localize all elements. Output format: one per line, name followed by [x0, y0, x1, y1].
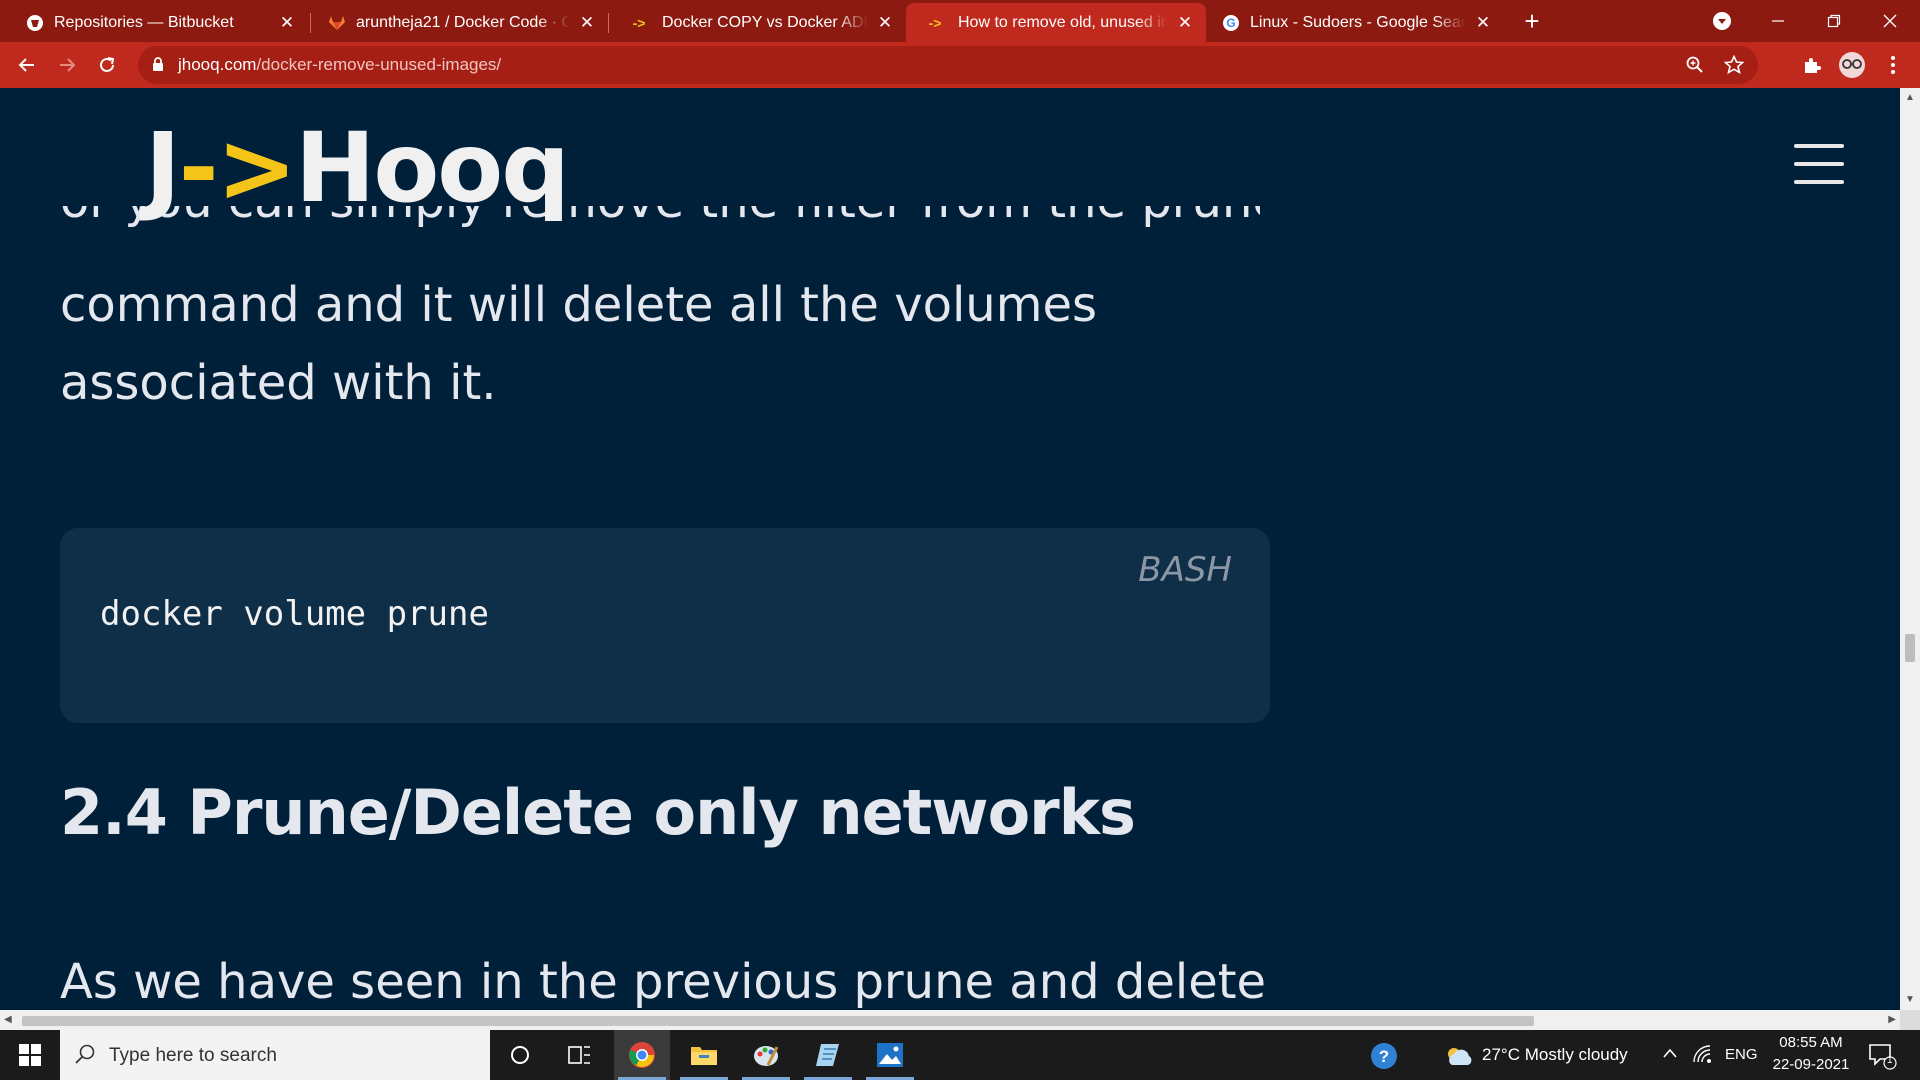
- scroll-left-arrow-icon[interactable]: ◀: [4, 1014, 12, 1025]
- help-icon[interactable]: ?: [1370, 1042, 1398, 1075]
- search-icon: [74, 1043, 96, 1070]
- paint-app-icon[interactable]: [738, 1030, 794, 1080]
- browser-toolbar: jhooq.com/docker-remove-unused-images/: [0, 42, 1920, 88]
- site-logo[interactable]: J->Hooq: [145, 120, 570, 216]
- vertical-scrollbar[interactable]: ▲ ▼: [1900, 88, 1920, 1010]
- browser-menu-icon[interactable]: [1878, 50, 1908, 80]
- bookmark-star-icon[interactable]: [1723, 54, 1745, 80]
- show-hidden-icons-icon[interactable]: [1662, 1046, 1678, 1067]
- reload-icon[interactable]: [92, 50, 122, 80]
- code-language-label: BASH: [1138, 550, 1232, 590]
- zoom-icon[interactable]: [1686, 56, 1704, 79]
- close-window-icon[interactable]: [1862, 0, 1918, 42]
- minimize-icon[interactable]: [1750, 0, 1806, 42]
- close-tab-icon[interactable]: ✕: [876, 13, 894, 32]
- bitbucket-icon: [26, 14, 44, 32]
- horizontal-scrollbar[interactable]: ◀ ▶: [0, 1010, 1900, 1030]
- forward-icon[interactable]: [52, 50, 82, 80]
- start-button[interactable]: [0, 1030, 60, 1080]
- restore-icon[interactable]: [1806, 0, 1862, 42]
- tab-separator: [608, 13, 609, 33]
- tab-title: How to remove old, unused images: [958, 13, 1168, 31]
- close-tab-icon[interactable]: ✕: [1176, 13, 1194, 32]
- chrome-taskbar-icon[interactable]: [614, 1030, 670, 1080]
- close-tab-icon[interactable]: ✕: [278, 13, 296, 32]
- address-bar[interactable]: jhooq.com/docker-remove-unused-images/: [138, 46, 1758, 84]
- tab-search-icon[interactable]: [1694, 0, 1750, 42]
- notification-count: 1: [1887, 1055, 1893, 1066]
- code-block: BASH docker volume prune: [60, 528, 1270, 723]
- clock-time[interactable]: 08:55 AM: [1776, 1034, 1846, 1051]
- notepad-app-icon[interactable]: [800, 1030, 856, 1080]
- tab-docker-copy-vs-add[interactable]: -> Docker COPY vs Docker ADD? | Jhooq ✕: [610, 3, 906, 42]
- paragraph-line: As we have seen in the previous prune an…: [60, 954, 1267, 1010]
- photos-app-icon[interactable]: [862, 1030, 918, 1080]
- notifications-icon[interactable]: 1: [1868, 1042, 1898, 1075]
- svg-text:?: ?: [1379, 1047, 1389, 1066]
- tab-bitbucket[interactable]: Repositories — Bitbucket ✕: [10, 3, 308, 42]
- gitlab-icon: [328, 14, 346, 32]
- paragraph-line: command and it will delete all the volum…: [60, 277, 1098, 333]
- new-tab-button[interactable]: +: [1504, 0, 1560, 42]
- close-tab-icon[interactable]: ✕: [1474, 13, 1492, 32]
- tab-title: aruntheja21 / Docker Code · GitLab: [356, 13, 570, 31]
- jhooq-icon: ->: [928, 14, 942, 31]
- tab-title: Repositories — Bitbucket: [54, 13, 234, 31]
- section-heading: 2.4 Prune/Delete only networks: [60, 776, 1136, 849]
- extensions-icon[interactable]: [1797, 50, 1827, 80]
- tab-title: Docker COPY vs Docker ADD? | Jhooq: [662, 13, 868, 31]
- scroll-down-arrow-icon[interactable]: ▼: [1904, 994, 1916, 1006]
- scroll-up-arrow-icon[interactable]: ▲: [1904, 92, 1916, 104]
- code-text[interactable]: docker volume prune: [100, 594, 489, 634]
- language-indicator[interactable]: ENG: [1725, 1046, 1758, 1063]
- file-explorer-icon[interactable]: [676, 1030, 732, 1080]
- search-placeholder: Type here to search: [109, 1045, 277, 1066]
- tab-separator: [310, 13, 311, 33]
- wifi-icon[interactable]: [1692, 1044, 1714, 1069]
- clock-date[interactable]: 22-09-2021: [1770, 1056, 1852, 1073]
- tab-remove-unused-images[interactable]: -> How to remove old, unused images ✕: [906, 3, 1206, 42]
- tab-title: Linux - Sudoers - Google Search: [1250, 13, 1466, 31]
- weather-text[interactable]: 27°C Mostly cloudy: [1482, 1045, 1628, 1065]
- weather-cloud-icon[interactable]: [1444, 1045, 1474, 1072]
- windows-taskbar: Type here to search ? 27°C Mostly cloudy…: [0, 1030, 1920, 1080]
- back-icon[interactable]: [12, 50, 42, 80]
- lock-icon[interactable]: [152, 57, 164, 77]
- taskbar-search-box[interactable]: Type here to search: [60, 1030, 490, 1080]
- tab-strip: Repositories — Bitbucket ✕ aruntheja21 /…: [0, 0, 1920, 42]
- profile-avatar[interactable]: [1837, 50, 1867, 80]
- jhooq-icon: ->: [632, 14, 646, 31]
- scrollbar-thumb[interactable]: [22, 1016, 1534, 1026]
- paragraph-line: associated with it.: [60, 355, 497, 411]
- tab-google-search[interactable]: G Linux - Sudoers - Google Search ✕: [1206, 3, 1504, 42]
- hamburger-menu-icon[interactable]: [1794, 144, 1844, 184]
- scrollbar-corner: [1900, 1010, 1920, 1030]
- svg-text:G: G: [1226, 16, 1235, 30]
- task-view-icon[interactable]: [552, 1030, 608, 1080]
- google-icon: G: [1222, 14, 1240, 32]
- tab-gitlab[interactable]: aruntheja21 / Docker Code · GitLab ✕: [312, 3, 608, 42]
- url-text: jhooq.com/docker-remove-unused-images/: [178, 55, 502, 74]
- scroll-right-arrow-icon[interactable]: ▶: [1888, 1014, 1896, 1025]
- page-content: or you can simply remove the filter from…: [0, 88, 1900, 1010]
- scrollbar-thumb[interactable]: [1905, 634, 1915, 662]
- windows-icon: [19, 1044, 41, 1066]
- cortana-icon[interactable]: [492, 1030, 548, 1080]
- close-tab-icon[interactable]: ✕: [578, 13, 596, 32]
